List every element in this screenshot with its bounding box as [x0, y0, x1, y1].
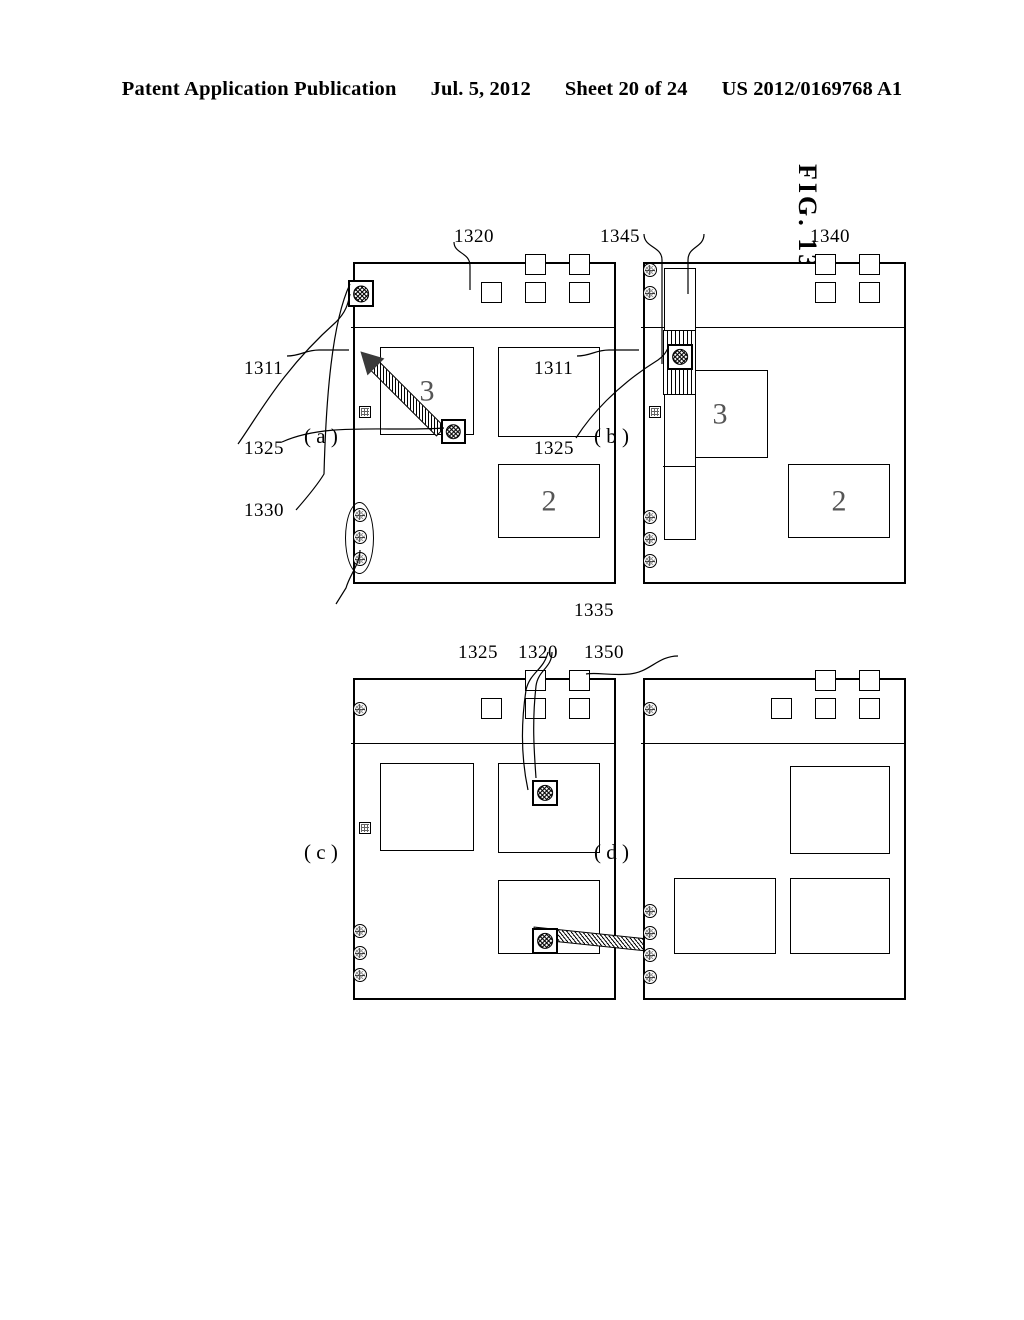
window-2-a[interactable]: 2	[498, 464, 600, 538]
cursor-b[interactable]	[667, 344, 693, 370]
home-button[interactable]	[353, 702, 367, 716]
ref-1345-b: 1345	[600, 226, 640, 247]
ref-1320-a: 1320	[454, 226, 494, 247]
dock-divider-c	[351, 743, 614, 744]
dock-icon[interactable]	[815, 254, 836, 275]
dock-icon[interactable]	[771, 698, 792, 719]
circle-button[interactable]	[643, 532, 657, 546]
ref-1340-b: 1340	[810, 226, 850, 247]
dock-icon[interactable]	[859, 282, 880, 303]
circle-button[interactable]	[643, 926, 657, 940]
dock-divider-a	[351, 327, 614, 328]
dock-icon[interactable]	[481, 282, 502, 303]
panel-label-a: ( a )	[304, 424, 338, 448]
dock-icon[interactable]	[481, 698, 502, 719]
dock-divider-d	[641, 743, 904, 744]
button-group-highlight	[345, 502, 374, 574]
home-button[interactable]	[643, 702, 657, 716]
dock-icon[interactable]	[569, 282, 590, 303]
device-screen-d	[641, 670, 906, 1000]
dock-icon[interactable]	[525, 698, 546, 719]
dock-icon[interactable]	[815, 282, 836, 303]
publication-title: Patent Application Publication	[121, 78, 397, 100]
circle-button[interactable]	[643, 948, 657, 962]
ref-1311-b: 1311	[534, 358, 574, 379]
window-label-2-b: 2	[831, 484, 847, 517]
cursor-end-a[interactable]	[348, 280, 374, 307]
circle-button[interactable]	[353, 924, 367, 938]
device-screen-c	[351, 670, 692, 1000]
window-new-1350[interactable]	[674, 878, 776, 954]
dock-icon[interactable]	[859, 698, 880, 719]
circle-button[interactable]	[643, 263, 657, 277]
dock-icon[interactable]	[815, 670, 836, 691]
publication-date: Jul. 5, 2012	[430, 78, 531, 100]
strip-segment[interactable]	[663, 269, 695, 331]
patent-number: US 2012/0169768 A1	[721, 78, 903, 100]
panel-label-b: ( b )	[594, 424, 629, 448]
cursor-start-c[interactable]	[532, 928, 558, 954]
device-screen-b: 2 3	[641, 254, 906, 584]
window-2-b[interactable]: 2	[788, 464, 890, 538]
circle-button[interactable]	[643, 904, 657, 918]
window-top-right-c[interactable]	[498, 763, 600, 853]
panel-label-d: ( d )	[594, 840, 629, 864]
ref-1325-a: 1325	[244, 438, 284, 459]
window-label-2-a: 2	[541, 484, 557, 517]
leader-1330-a	[294, 278, 354, 514]
window-bottom-left-c[interactable]	[380, 763, 474, 851]
strip-segment[interactable]	[663, 467, 695, 541]
ref-1325-b: 1325	[534, 438, 574, 459]
circle-button[interactable]	[353, 946, 367, 960]
dock-icon[interactable]	[569, 698, 590, 719]
dock-icon[interactable]	[815, 698, 836, 719]
leader-1311-a	[285, 348, 351, 374]
strip-1340[interactable]	[663, 268, 696, 541]
ref-1350-d: 1350	[584, 642, 624, 663]
window-top-left-d[interactable]	[790, 878, 890, 954]
window-bottom-left-d[interactable]	[790, 766, 890, 854]
dock-icon[interactable]	[859, 254, 880, 275]
strip-segment[interactable]	[663, 395, 695, 467]
dock-icon[interactable]	[569, 254, 590, 275]
ref-1325-c: 1325	[458, 642, 498, 663]
circle-button[interactable]	[353, 968, 367, 982]
panel-label-c: ( c )	[304, 840, 338, 864]
grid-icon[interactable]	[359, 406, 371, 418]
device-screen-a: 2 3	[345, 254, 616, 584]
dock-icon[interactable]	[525, 282, 546, 303]
ref-1311-a: 1311	[244, 358, 284, 379]
sheet-number: Sheet 20 of 24	[564, 78, 688, 100]
circle-button[interactable]	[643, 970, 657, 984]
ref-1335-a: 1335	[574, 600, 614, 621]
circle-button[interactable]	[643, 554, 657, 568]
dock-icon[interactable]	[525, 670, 546, 691]
circle-button[interactable]	[643, 286, 657, 300]
page-header: Patent Application Publication Jul. 5, 2…	[0, 78, 1024, 112]
figure-13: FIG. 13 2 3 (a) 1320 1311 1325 1330 13…	[182, 150, 906, 1170]
dock-icon[interactable]	[569, 670, 590, 691]
circle-button[interactable]	[643, 510, 657, 524]
grid-icon[interactable]	[649, 406, 661, 418]
dock-icon[interactable]	[525, 254, 546, 275]
window-label-3-b: 3	[712, 397, 728, 430]
cursor-start-a[interactable]	[441, 419, 466, 444]
ref-1320-c: 1320	[518, 642, 558, 663]
cursor-end-c[interactable]	[532, 780, 558, 806]
dock-icon[interactable]	[859, 670, 880, 691]
grid-icon[interactable]	[359, 822, 371, 834]
ref-1330-a: 1330	[244, 500, 284, 521]
